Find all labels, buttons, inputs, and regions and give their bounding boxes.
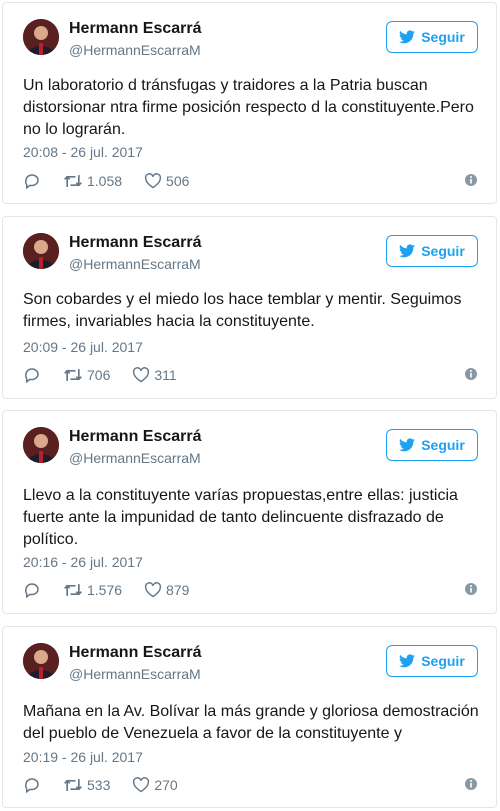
author-name[interactable]: Hermann Escarrá: [69, 234, 202, 252]
avatar[interactable]: [23, 643, 59, 679]
follow-button[interactable]: Seguir: [386, 645, 478, 677]
retweet-icon: [64, 779, 82, 791]
tweet-card: Hermann Escarrá @HermannEscarraM Seguir …: [2, 410, 497, 614]
retweet-count: 533: [87, 777, 111, 793]
tweet-actions: 706 311: [23, 365, 478, 385]
retweet-icon: [64, 175, 82, 187]
info-icon[interactable]: [464, 777, 478, 791]
retweet-count: 1.576: [87, 582, 123, 598]
bird-icon: [399, 438, 416, 452]
tweet-text: Mañana en la Av. Bolívar la más grande y…: [23, 703, 479, 742]
retweet-button[interactable]: 706: [63, 367, 110, 383]
like-count: 879: [166, 582, 190, 598]
bird-icon: [399, 654, 416, 668]
like-button[interactable]: 879: [144, 582, 189, 598]
follow-button[interactable]: Seguir: [386, 235, 478, 267]
follow-label: Seguir: [421, 243, 465, 259]
follow-label: Seguir: [421, 653, 465, 669]
tweet-text: Un laboratorio d tránsfugas y traidores …: [23, 77, 474, 138]
tweet-timestamp[interactable]: 20:16 - 26 jul. 2017: [23, 554, 143, 570]
reply-icon: [25, 368, 39, 384]
like-count: 506: [166, 173, 190, 189]
heart-icon: [144, 582, 162, 598]
author-name[interactable]: Hermann Escarrá: [69, 20, 202, 38]
tweet-actions: 1.576 879: [23, 580, 478, 600]
heart-icon: [144, 173, 162, 189]
retweet-count: 1.058: [87, 173, 123, 189]
follow-button[interactable]: Seguir: [386, 429, 478, 461]
author-handle[interactable]: @HermannEscarraM: [69, 450, 201, 466]
follow-label: Seguir: [421, 437, 465, 453]
tweet-timestamp[interactable]: 20:08 - 26 jul. 2017: [23, 144, 143, 160]
like-button[interactable]: 270: [132, 777, 178, 793]
tweet-text: Son cobardes y el miedo los hace temblar…: [23, 291, 462, 330]
heart-icon: [133, 367, 150, 383]
like-button[interactable]: 506: [144, 173, 189, 189]
reply-button[interactable]: [23, 366, 41, 384]
info-icon[interactable]: [464, 582, 478, 596]
tweet-timestamp[interactable]: 20:19 - 26 jul. 2017: [23, 749, 143, 765]
reply-icon: [25, 583, 39, 599]
avatar[interactable]: [23, 427, 59, 463]
info-icon[interactable]: [464, 173, 478, 187]
retweet-button[interactable]: 533: [63, 777, 110, 793]
avatar[interactable]: [23, 233, 59, 269]
bird-icon: [399, 30, 416, 44]
info-icon[interactable]: [464, 367, 478, 381]
tweet-actions: 1.058 506: [23, 171, 478, 191]
retweet-icon: [64, 369, 82, 381]
author-name[interactable]: Hermann Escarrá: [69, 428, 202, 446]
tweet-card: Hermann Escarrá @HermannEscarraM Seguir …: [2, 626, 497, 808]
avatar[interactable]: [23, 19, 59, 55]
reply-icon: [25, 778, 39, 794]
reply-button[interactable]: [23, 172, 41, 190]
reply-icon: [25, 174, 39, 190]
heart-icon: [133, 777, 150, 793]
reply-button[interactable]: [23, 776, 41, 794]
follow-label: Seguir: [421, 29, 465, 45]
author-handle[interactable]: @HermannEscarraM: [69, 42, 201, 58]
retweet-icon: [64, 584, 82, 596]
like-count: 270: [154, 777, 178, 793]
retweet-count: 706: [87, 367, 111, 383]
retweet-button[interactable]: 1.058: [63, 173, 122, 189]
tweet-card: Hermann Escarrá @HermannEscarraM Seguir …: [2, 2, 497, 204]
tweet-timestamp[interactable]: 20:09 - 26 jul. 2017: [23, 339, 143, 355]
author-handle[interactable]: @HermannEscarraM: [69, 256, 201, 272]
tweet-card: Hermann Escarrá @HermannEscarraM Seguir …: [2, 216, 497, 399]
like-button[interactable]: 311: [132, 367, 177, 383]
like-count: 311: [154, 367, 177, 383]
bird-icon: [399, 244, 416, 258]
reply-button[interactable]: [23, 581, 41, 599]
tweet-actions: 533 270: [23, 775, 478, 795]
author-name[interactable]: Hermann Escarrá: [69, 644, 202, 662]
follow-button[interactable]: Seguir: [386, 21, 478, 53]
retweet-button[interactable]: 1.576: [63, 582, 122, 598]
author-handle[interactable]: @HermannEscarraM: [69, 666, 201, 682]
tweet-text: Llevo a la constituyente varías propuest…: [23, 487, 458, 548]
